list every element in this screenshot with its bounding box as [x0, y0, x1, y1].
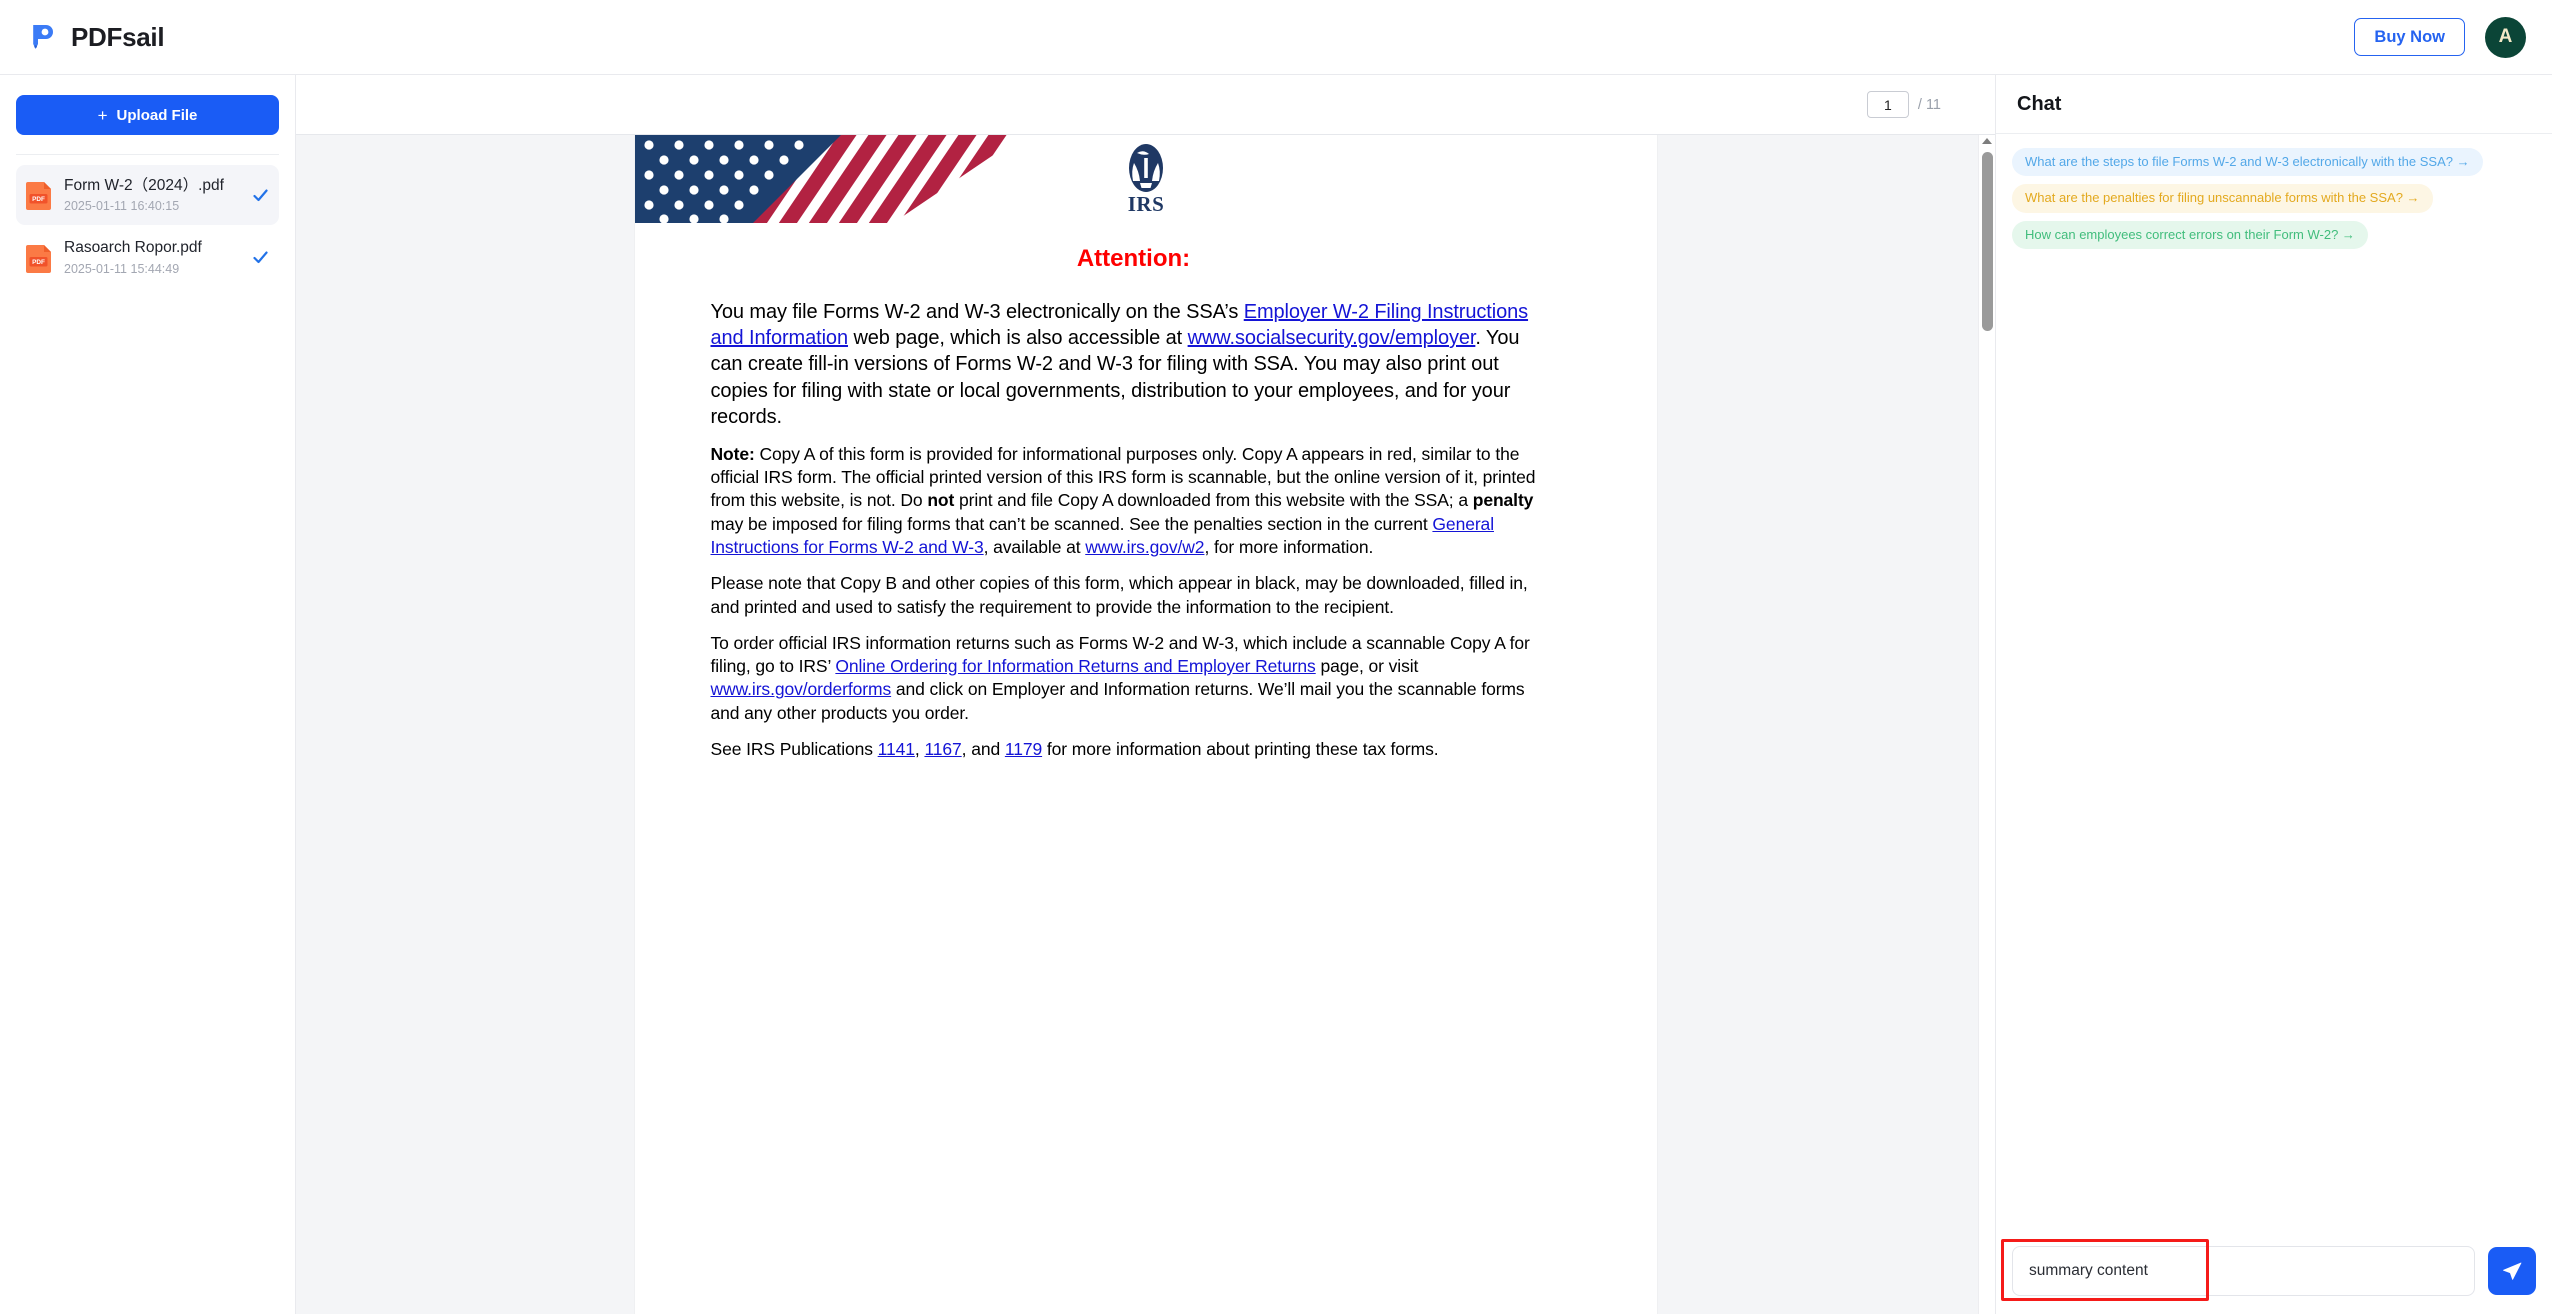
file-name: Form W-2（2024）.pdf: [64, 177, 224, 194]
chat-messages-area: [1996, 249, 2552, 1246]
sidebar: + Upload File PDF Form W-2（2024）.pdf 202…: [0, 75, 296, 1314]
scrollbar-thumb[interactable]: [1982, 152, 1993, 331]
chat-suggestion-list: What are the steps to file Forms W-2 and…: [1996, 134, 2552, 249]
document-paragraph-5: See IRS Publications 1141, 1167, and 117…: [711, 738, 1557, 761]
svg-text:PDF: PDF: [32, 196, 45, 203]
app-root: PDFsail Buy Now A + Upload File PDF Form…: [0, 0, 2552, 1314]
file-list-item-rasoarch-ropor[interactable]: PDF Rasoarch Ropor.pdf 2025-01-11 15:44:…: [16, 227, 279, 287]
viewer-toolbar: / 11: [296, 75, 1995, 135]
p2-seg3: may be imposed for filing forms that can…: [710, 513, 1433, 534]
p5-seg2: ,: [914, 738, 925, 759]
publication-1179-link[interactable]: 1179: [1005, 739, 1042, 759]
vertical-scrollbar[interactable]: [1978, 135, 1995, 1314]
page-navigation: / 11: [1866, 91, 1941, 118]
pdf-file-icon: PDF: [26, 182, 51, 211]
irs-gov-orderforms-link[interactable]: www.irs.gov/orderforms: [711, 679, 892, 699]
upload-file-label: Upload File: [116, 106, 198, 124]
page-number-input[interactable]: [1866, 91, 1909, 118]
p1-seg2: web page, which is also accessible at: [847, 327, 1188, 350]
p4-seg2: page, or visit: [1315, 656, 1419, 677]
chat-panel: Chat What are the steps to file Forms W-…: [1995, 75, 2552, 1314]
note-label: Note:: [710, 443, 755, 464]
file-date: 2025-01-11 15:44:49: [64, 261, 180, 276]
brand: PDFsail: [26, 20, 165, 54]
document-banner: IRS: [634, 135, 1657, 223]
file-date: 2025-01-11 16:40:15: [64, 199, 180, 214]
upload-file-button[interactable]: + Upload File: [16, 95, 279, 135]
document-body: Attention: You may file Forms W-2 and W-…: [635, 245, 1657, 761]
document-paragraph-1: You may file Forms W-2 and W-3 electroni…: [711, 299, 1557, 430]
file-list-item-form-w2[interactable]: PDF Form W-2（2024）.pdf 2025-01-11 16:40:…: [16, 165, 279, 226]
chat-header: Chat: [1996, 75, 2552, 134]
p2-seg2: print and file Copy A downloaded from th…: [954, 490, 1473, 511]
p1-seg1: You may file Forms W-2 and W-3 electroni…: [710, 301, 1244, 323]
sidebar-divider: [16, 154, 279, 155]
svg-text:PDF: PDF: [32, 259, 45, 266]
file-meta: Rasoarch Ropor.pdf 2025-01-11 15:44:49: [64, 238, 241, 276]
file-meta: Form W-2（2024）.pdf 2025-01-11 16:40:15: [64, 176, 241, 214]
p5-seg1: See IRS Publications: [710, 738, 878, 759]
p2-bold-penalty: penalty: [1472, 490, 1534, 511]
us-flag-graphic: [634, 135, 1023, 223]
file-list: PDF Form W-2（2024）.pdf 2025-01-11 16:40:…: [16, 165, 279, 288]
online-ordering-link[interactable]: Online Ordering for Information Returns …: [835, 656, 1315, 676]
p2-seg5: , for more information.: [1204, 537, 1374, 557]
main-area: + Upload File PDF Form W-2（2024）.pdf 202…: [0, 75, 2552, 1314]
document-paragraph-4: To order official IRS information return…: [711, 632, 1557, 725]
pdf-file-icon: PDF: [26, 244, 51, 273]
attention-heading: Attention:: [1076, 245, 1191, 272]
plus-icon: +: [97, 105, 108, 125]
irs-wordmark: IRS: [1127, 192, 1164, 216]
p5-seg4: for more information about printing thes…: [1042, 738, 1439, 759]
socialsecurity-employer-link[interactable]: www.socialsecurity.gov/employer: [1188, 327, 1476, 349]
send-message-button[interactable]: [2488, 1247, 2536, 1295]
suggestion-chip-correct-errors[interactable]: How can employees correct errors on thei…: [2012, 220, 2368, 249]
top-bar-actions: Buy Now A: [2354, 16, 2526, 58]
document-paragraph-3: Please note that Copy B and other copies…: [710, 573, 1528, 617]
suggestion-chip-filing-steps[interactable]: What are the steps to file Forms W-2 and…: [2012, 148, 2483, 177]
p2-seg4: , available at: [983, 537, 1086, 557]
file-name: Rasoarch Ropor.pdf: [64, 239, 202, 257]
send-paper-plane-icon: [2503, 1262, 2522, 1280]
avatar[interactable]: A: [2485, 16, 2526, 58]
p5-seg3: , and: [961, 738, 1005, 759]
publication-1167-link[interactable]: 1167: [924, 739, 961, 759]
chat-title: Chat: [2017, 92, 2062, 115]
publication-1141-link[interactable]: 1141: [878, 739, 915, 759]
check-icon: [253, 189, 268, 201]
check-icon: [253, 251, 268, 264]
buy-now-button[interactable]: Buy Now: [2354, 17, 2465, 57]
viewer-scroll-area[interactable]: IRS Attention: You may file Forms W-2 an…: [296, 135, 1995, 1314]
chat-input-row: [1996, 1239, 2552, 1314]
chat-message-input[interactable]: [2012, 1246, 2475, 1296]
pdf-page-canvas: IRS Attention: You may file Forms W-2 an…: [634, 135, 1657, 1314]
p2-bold-not: not: [927, 490, 955, 511]
irs-eagle-logo: IRS: [1127, 144, 1164, 216]
brand-name: PDFsail: [71, 21, 165, 52]
document-paragraph-2: Note: Copy A of this form is provided fo…: [711, 443, 1557, 559]
suggestion-chip-penalties[interactable]: What are the penalties for filing unscan…: [2012, 184, 2433, 213]
pen-p-logo-icon: [33, 25, 53, 49]
page-total-label: / 11: [1917, 96, 1941, 113]
scroll-up-arrow-icon[interactable]: [1982, 138, 1992, 144]
top-bar: PDFsail Buy Now A: [0, 0, 2552, 75]
irs-gov-w2-link[interactable]: www.irs.gov/w2: [1085, 537, 1204, 557]
pdf-viewer: / 11: [296, 75, 1995, 1314]
